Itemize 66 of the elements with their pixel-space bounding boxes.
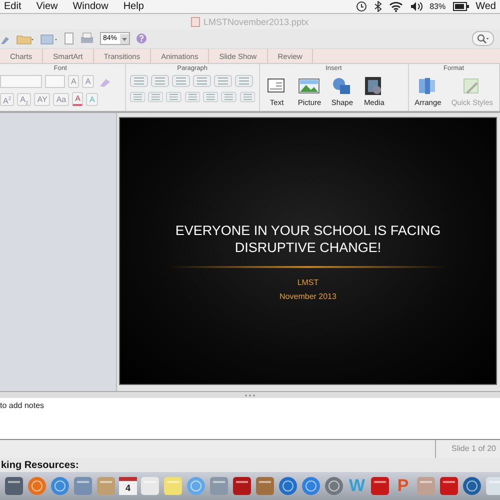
menu-item[interactable]: View — [32, 1, 62, 12]
format-button[interactable] — [150, 75, 169, 87]
app-icon[interactable] — [439, 476, 459, 496]
format-button[interactable] — [130, 75, 148, 87]
search-field[interactable] — [472, 31, 494, 46]
slide-subtitle: LMST — [296, 277, 320, 289]
app-icon[interactable] — [255, 476, 275, 496]
font-button[interactable]: A — [82, 75, 94, 88]
format-button[interactable] — [192, 75, 211, 87]
font-button[interactable]: A$_{2}$ — [17, 92, 32, 106]
menu-item[interactable]: Help — [119, 1, 148, 12]
menu-clock[interactable]: Wed — [476, 1, 496, 12]
round-app-icon[interactable] — [462, 476, 482, 496]
background-text: king Resources: — [0, 459, 80, 472]
format-button[interactable] — [214, 75, 232, 87]
font-button[interactable]: A$^{2}$ — [0, 92, 14, 106]
round-app-icon[interactable] — [324, 476, 344, 496]
format-button[interactable] — [221, 91, 236, 103]
slide-subtitle: November 2013 — [280, 291, 336, 303]
battery-percentage: 83% — [430, 2, 446, 11]
window-title: LMSTNovember2013.pptx — [203, 16, 309, 26]
wifi-icon[interactable] — [388, 1, 403, 12]
format-button[interactable] — [240, 91, 255, 103]
print-icon[interactable] — [80, 32, 94, 45]
round-app-icon[interactable] — [27, 476, 47, 496]
round-app-icon[interactable] — [186, 476, 206, 496]
folder-icon[interactable] — [16, 32, 34, 44]
landscape-icon — [298, 76, 320, 96]
clock-icon[interactable] — [356, 1, 367, 12]
app-icon[interactable] — [73, 476, 93, 496]
resize-handle-icon[interactable] — [244, 394, 256, 396]
app-icon[interactable] — [209, 476, 229, 496]
font-name-field[interactable] — [0, 75, 42, 88]
format-button[interactable] — [202, 91, 218, 103]
format-button[interactable] — [234, 75, 253, 87]
bluetooth-icon[interactable] — [374, 1, 382, 12]
app-icon[interactable] — [140, 476, 160, 496]
speaker-icon[interactable] — [410, 1, 423, 12]
round-app-icon[interactable] — [278, 476, 298, 496]
battery-icon[interactable] — [452, 2, 469, 11]
round-app-icon[interactable] — [50, 476, 70, 496]
app-icon[interactable] — [485, 476, 500, 496]
help-icon[interactable] — [136, 33, 147, 44]
font-button[interactable]: Aa — [53, 92, 70, 106]
format-button[interactable] — [130, 91, 146, 103]
document-icon — [191, 16, 200, 26]
round-app-icon[interactable] — [301, 476, 321, 496]
app-icon[interactable] — [370, 476, 390, 496]
format-button[interactable] — [184, 91, 200, 103]
format-button[interactable] — [148, 91, 164, 103]
search-icon — [477, 34, 489, 44]
font-button[interactable]: AY — [34, 92, 50, 106]
font-button[interactable]: A — [68, 75, 80, 88]
app-icon[interactable] — [232, 476, 252, 496]
app-icon[interactable] — [163, 476, 183, 496]
menu-item[interactable]: Window — [68, 1, 112, 12]
format-button[interactable] — [172, 75, 190, 87]
font-button[interactable]: A — [72, 92, 84, 106]
font-size-field[interactable] — [45, 75, 65, 88]
app-icon[interactable] — [4, 476, 24, 496]
menu-item[interactable]: Edit — [0, 1, 26, 12]
calendar-icon[interactable]: 4 — [119, 477, 137, 495]
dropdown-icon[interactable] — [120, 34, 129, 44]
format-button[interactable] — [166, 91, 182, 103]
slide-title: EVERYONE IN YOUR SCHOOL IS FACING DISRUPTIVE CHANGE! — [174, 222, 442, 256]
page-icon[interactable] — [64, 32, 74, 45]
